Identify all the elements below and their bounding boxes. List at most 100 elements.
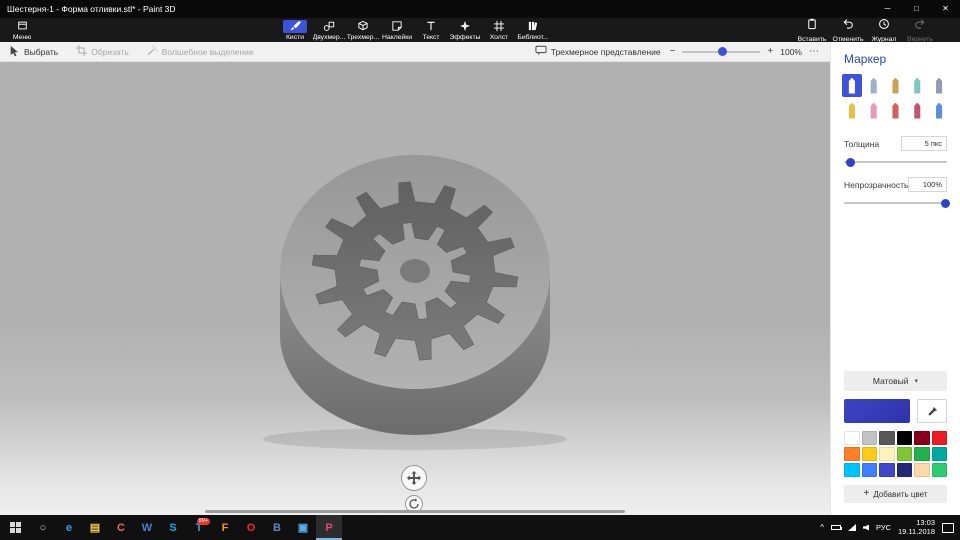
tab-3d-shapes[interactable]: Трехмер...: [346, 18, 380, 42]
palette-color[interactable]: [897, 431, 913, 445]
taskbar-app-telegram[interactable]: T99+: [186, 515, 212, 540]
palette-color[interactable]: [897, 463, 913, 477]
network-icon[interactable]: [848, 524, 856, 531]
language-indicator[interactable]: РУС: [876, 523, 891, 532]
taskbar: ○e▤CWS T99+FOВ▣P ^ РУС 13:03 19.11.2018: [0, 515, 960, 540]
taskbar-app-firefox[interactable]: F: [212, 515, 238, 540]
brush-watercolor[interactable]: [907, 74, 927, 97]
taskbar-app-paint3d[interactable]: P: [316, 515, 342, 540]
material-dropdown[interactable]: Матовый ▾: [844, 371, 947, 391]
palette-color[interactable]: [932, 431, 948, 445]
taskbar-app-photos[interactable]: ▣: [290, 515, 316, 540]
canvas-toolbar: Выбрать Обрезать Волшебное выделение Тре…: [0, 42, 830, 62]
taskbar-app-skype[interactable]: S: [160, 515, 186, 540]
magic-select-tool[interactable]: Волшебное выделение: [138, 42, 263, 61]
unread-badge: 99+: [197, 518, 210, 525]
brush-spray-can[interactable]: [907, 99, 927, 122]
text-icon: [419, 20, 443, 33]
thickness-input[interactable]: 5 пкс: [901, 136, 947, 151]
brush-crayon[interactable]: [886, 99, 906, 122]
select-tool[interactable]: Выбрать: [0, 42, 67, 61]
start-button[interactable]: [0, 515, 30, 540]
brush-oil-brush[interactable]: [886, 74, 906, 97]
zoom-in-button[interactable]: +: [767, 46, 773, 57]
gear-mold-model: [0, 62, 830, 515]
stickers-icon: [385, 20, 409, 33]
opacity-slider[interactable]: [844, 202, 947, 204]
more-options-button[interactable]: ⋯: [809, 46, 820, 57]
palette-color[interactable]: [844, 431, 860, 445]
palette-color[interactable]: [879, 463, 895, 477]
battery-icon[interactable]: [831, 525, 841, 530]
palette-color[interactable]: [914, 431, 930, 445]
palette-color[interactable]: [914, 463, 930, 477]
tab-label: Кисти: [286, 34, 304, 41]
brush-eraser[interactable]: [864, 99, 884, 122]
orbit-control-button[interactable]: [401, 465, 427, 491]
palette-color[interactable]: [932, 463, 948, 477]
tab-2d-shapes[interactable]: Двухмер...: [312, 18, 346, 42]
zoom-slider[interactable]: [682, 51, 760, 53]
brush-marker[interactable]: [842, 74, 862, 97]
action-center-icon[interactable]: [942, 523, 954, 533]
tab-library[interactable]: Библиот...: [516, 18, 550, 42]
volume-icon[interactable]: [863, 525, 869, 531]
brush-pencil[interactable]: [842, 99, 862, 122]
taskbar-app-opera[interactable]: O: [238, 515, 264, 540]
palette-color[interactable]: [862, 447, 878, 461]
tab-stickers[interactable]: Наклейки: [380, 18, 414, 42]
clock[interactable]: 13:03 19.11.2018: [898, 519, 935, 536]
canvas-3d-viewport[interactable]: [0, 62, 830, 515]
palette-color[interactable]: [914, 447, 930, 461]
horizontal-scrollbar[interactable]: [205, 510, 625, 513]
thickness-slider[interactable]: [844, 161, 947, 163]
palette-color[interactable]: [844, 447, 860, 461]
redo-button[interactable]: Вернуть: [902, 18, 938, 42]
tab-brushes[interactable]: Кисти: [278, 18, 312, 42]
current-color-swatch[interactable]: [844, 399, 910, 423]
tab-label: Холст: [490, 34, 509, 41]
brush-pixel-pen[interactable]: [929, 74, 949, 97]
tray-expand-button[interactable]: ^: [820, 523, 824, 532]
ribbon: Меню Кисти Двухмер... Трехмер...: [0, 18, 960, 42]
zoom-slider-handle[interactable]: [718, 47, 727, 56]
add-color-button[interactable]: + Добавить цвет: [844, 485, 947, 503]
brush-fill[interactable]: [929, 99, 949, 122]
opacity-input[interactable]: 100%: [908, 177, 947, 192]
palette-color[interactable]: [897, 447, 913, 461]
taskbar-app-edge[interactable]: e: [56, 515, 82, 540]
tab-effects[interactable]: Эффекты: [448, 18, 482, 42]
close-button[interactable]: ✕: [931, 0, 960, 18]
palette-color[interactable]: [862, 431, 878, 445]
eyedropper-button[interactable]: [917, 399, 947, 423]
palette-color[interactable]: [879, 447, 895, 461]
clipboard-icon: [806, 17, 818, 35]
palette-color[interactable]: [862, 463, 878, 477]
opacity-slider-handle[interactable]: [941, 199, 950, 208]
titlebar: Шестерня-1 - Форма отливки.stl* - Paint …: [0, 0, 960, 18]
maximize-button[interactable]: □: [902, 0, 931, 18]
palette-color[interactable]: [932, 447, 948, 461]
taskbar-app-file-explorer[interactable]: ▤: [82, 515, 108, 540]
undo-button[interactable]: Отменить: [830, 18, 866, 42]
paste-button[interactable]: Вставить: [794, 18, 830, 42]
taskbar-app-search[interactable]: ○: [30, 515, 56, 540]
tab-text[interactable]: Текст: [414, 18, 448, 42]
thickness-slider-handle[interactable]: [846, 158, 855, 167]
brush-calligraphy-pen[interactable]: [864, 74, 884, 97]
3d-view-toggle[interactable]: Трехмерное представление: [526, 42, 670, 61]
crop-tool[interactable]: Обрезать: [67, 42, 138, 61]
menu-button[interactable]: Меню: [0, 18, 44, 42]
history-button[interactable]: Журнал: [866, 18, 902, 42]
taskbar-app-chrome[interactable]: C: [108, 515, 134, 540]
minimize-button[interactable]: ─: [873, 0, 902, 18]
watercolor-icon: [913, 78, 921, 94]
tab-canvas[interactable]: Холст: [482, 18, 516, 42]
taskbar-app-word[interactable]: W: [134, 515, 160, 540]
tab-label: Двухмер...: [313, 34, 346, 41]
taskbar-app-vk[interactable]: В: [264, 515, 290, 540]
palette-color[interactable]: [844, 463, 860, 477]
palette-color[interactable]: [879, 431, 895, 445]
skype-icon: S: [169, 522, 176, 534]
zoom-out-button[interactable]: −: [670, 46, 676, 57]
